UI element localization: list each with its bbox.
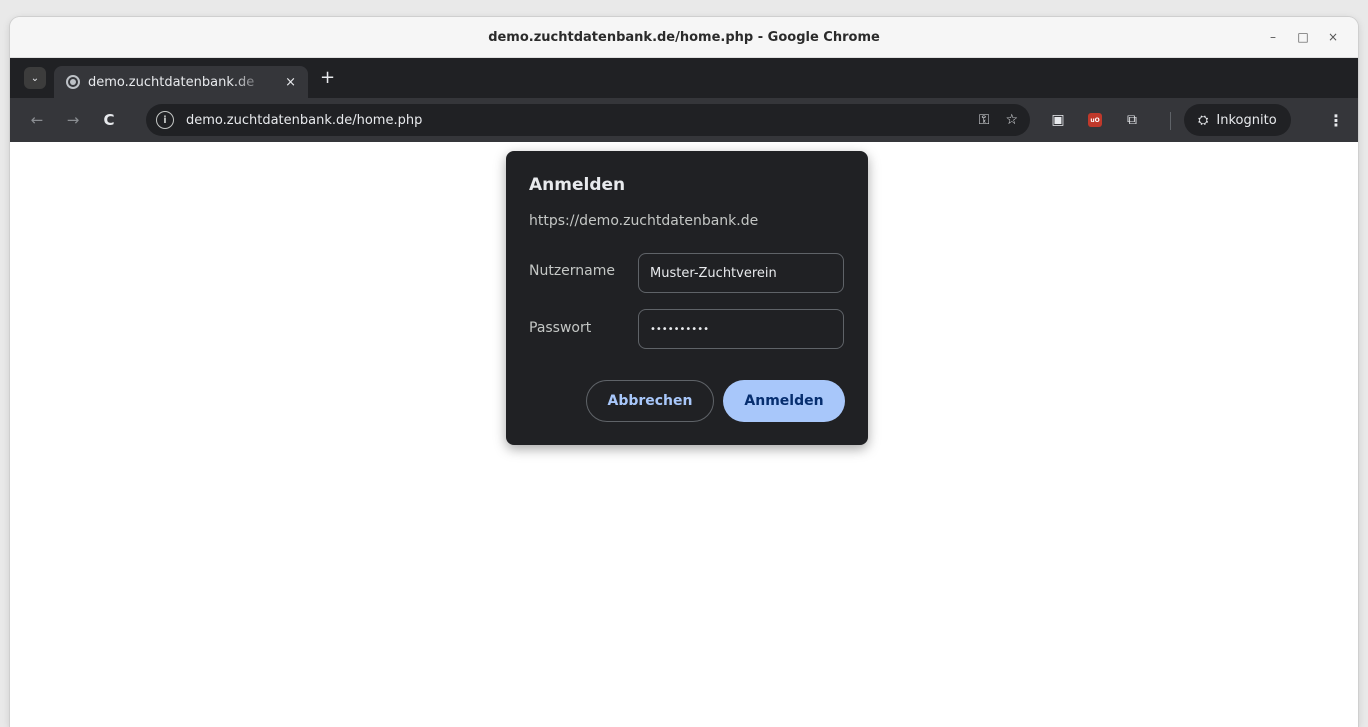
address-bar[interactable]: i demo.zuchtdatenbank.de/home.php ⚿ ☆: [146, 104, 1030, 136]
ublock-origin-icon[interactable]: uO: [1088, 113, 1102, 127]
omnibox-actions: ⚿ ☆: [979, 112, 1018, 128]
back-arrow-icon[interactable]: ←: [24, 111, 50, 129]
globe-icon: [66, 75, 80, 89]
bookmark-star-icon[interactable]: ☆: [1005, 112, 1018, 128]
window-controls: – □ ×: [1258, 17, 1348, 57]
dialog-origin: https://demo.zuchtdatenbank.de: [529, 213, 759, 229]
username-field[interactable]: Muster-Zuchtverein: [638, 253, 844, 293]
password-label: Passwort: [529, 320, 592, 336]
http-auth-dialog: Anmelden https://demo.zuchtdatenbank.de …: [506, 151, 868, 445]
close-window-button[interactable]: ×: [1318, 30, 1348, 44]
browser-window: demo.zuchtdatenbank.de/home.php - Google…: [10, 17, 1358, 727]
extensions-puzzle-icon[interactable]: ⧉: [1124, 112, 1140, 128]
forward-arrow-icon[interactable]: →: [60, 111, 86, 129]
incognito-icon: ⛭: [1198, 112, 1209, 128]
tab-close-icon[interactable]: ×: [285, 75, 296, 90]
maximize-button[interactable]: □: [1288, 30, 1318, 44]
cancel-button[interactable]: Abbrechen: [586, 380, 714, 422]
username-label: Nutzername: [529, 263, 616, 279]
dialog-title: Anmelden: [529, 175, 626, 195]
sign-in-button[interactable]: Anmelden: [723, 380, 845, 422]
extension-icons: ▣ uO ⧉: [1050, 98, 1140, 142]
tab-strip: ⌄ demo.zuchtdatenbank.de × +: [10, 58, 1358, 98]
incognito-badge[interactable]: ⛭ Inkognito: [1184, 104, 1291, 136]
site-info-icon[interactable]: i: [156, 111, 174, 129]
chrome-menu-icon[interactable]: ⋮: [1328, 98, 1344, 142]
reload-icon[interactable]: C: [96, 111, 122, 129]
minimize-button[interactable]: –: [1258, 30, 1288, 44]
password-key-icon[interactable]: ⚿: [979, 112, 990, 128]
toolbar-divider: [1170, 112, 1171, 130]
incognito-label: Inkognito: [1216, 112, 1277, 128]
new-tab-button[interactable]: +: [320, 69, 335, 87]
tab-title: demo.zuchtdatenbank.de: [88, 74, 255, 90]
browser-toolbar: ← → C i demo.zuchtdatenbank.de/home.php …: [10, 98, 1358, 142]
tab-active[interactable]: demo.zuchtdatenbank.de ×: [54, 66, 308, 98]
reader-extension-icon[interactable]: ▣: [1050, 112, 1066, 128]
tab-search-chevron-icon[interactable]: ⌄: [24, 67, 46, 89]
window-title: demo.zuchtdatenbank.de/home.php - Google…: [488, 29, 880, 45]
url-text[interactable]: demo.zuchtdatenbank.de/home.php: [186, 113, 422, 128]
window-titlebar: demo.zuchtdatenbank.de/home.php - Google…: [10, 17, 1358, 58]
password-field[interactable]: ••••••••••: [638, 309, 844, 349]
